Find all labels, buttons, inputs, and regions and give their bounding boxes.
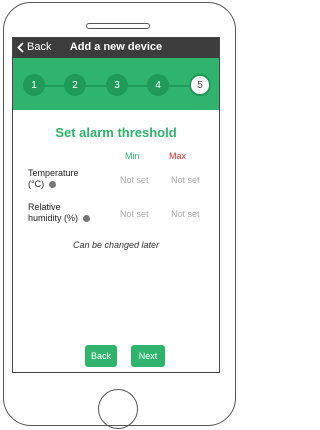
temperature-max-field[interactable]: Not set (171, 175, 200, 185)
hint-text: Can be changed later (72, 240, 160, 250)
info-icon[interactable] (48, 181, 56, 189)
section-title: Set alarm threshold (55, 125, 177, 140)
step-5: 5 (189, 74, 211, 96)
min-column-header: Min (125, 151, 140, 161)
step-2: 2 (64, 74, 86, 96)
humidity-label: Relative humidity (%) (28, 202, 90, 224)
step-1: 1 (23, 74, 45, 96)
humidity-label-line1: Relative (28, 202, 61, 212)
phone-home-button[interactable] (98, 389, 138, 429)
back-button[interactable]: Back (85, 345, 117, 367)
stepper: 1 2 3 4 5 (23, 74, 211, 96)
temperature-label-line2: (°C) (28, 179, 45, 189)
temperature-label: Temperature (°C) (28, 168, 79, 190)
step-4: 4 (147, 74, 169, 96)
app-screen: Back Add a new device 1 2 3 4 5 Set alar… (12, 37, 220, 373)
step-3: 3 (106, 74, 128, 96)
temperature-label-line1: Temperature (28, 168, 79, 178)
next-button[interactable]: Next (131, 345, 165, 367)
max-column-header: Max (169, 151, 187, 161)
app-bar: Back Add a new device (13, 38, 219, 58)
humidity-label-line2: humidity (%) (28, 213, 79, 223)
humidity-min-field[interactable]: Not set (120, 209, 149, 219)
phone-speaker (86, 23, 150, 29)
temperature-min-field[interactable]: Not set (120, 175, 149, 185)
page-title: Add a new device (69, 41, 163, 53)
humidity-max-field[interactable]: Not set (171, 209, 200, 219)
info-icon[interactable] (82, 215, 90, 223)
